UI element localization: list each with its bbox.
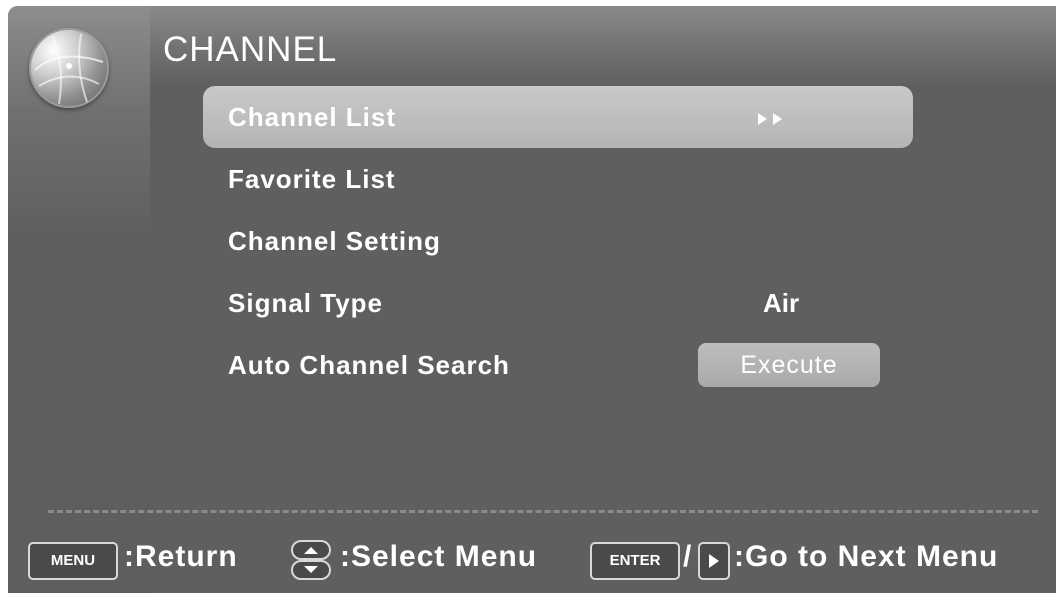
select-menu-hint: :Select Menu (340, 540, 538, 573)
divider (48, 510, 1038, 513)
up-down-arrow-icon (291, 540, 331, 580)
menu-item-channel-setting[interactable]: Channel Setting (203, 210, 913, 272)
page-title: CHANNEL (163, 30, 338, 69)
enter-key[interactable]: ENTER (590, 542, 680, 580)
menu-item-signal-type[interactable]: Signal Type Air (203, 272, 913, 334)
tv-menu-screen: CHANNEL Channel List Favorite List Chann… (8, 6, 1056, 593)
menu-item-label: Favorite List (228, 164, 396, 194)
menu-item-auto-channel-search[interactable]: Auto Channel Search Execute (203, 334, 913, 396)
footer-hints: MENU :Return :Select Menu ENTER / :Go to… (8, 536, 1056, 586)
right-arrow-key-icon[interactable] (698, 542, 730, 580)
execute-button[interactable]: Execute (698, 343, 880, 387)
menu-item-label: Channel List (228, 102, 397, 132)
menu-item-channel-list[interactable]: Channel List (203, 86, 913, 148)
double-right-arrow-icon (758, 112, 798, 126)
menu-item-label: Channel Setting (228, 226, 441, 256)
signal-type-value: Air (763, 288, 800, 318)
menu-key[interactable]: MENU (28, 542, 118, 580)
menu-item-favorite-list[interactable]: Favorite List (203, 148, 913, 210)
next-menu-hint: :Go to Next Menu (734, 540, 999, 573)
globe-icon (29, 28, 109, 108)
menu-item-label: Signal Type (228, 288, 383, 318)
return-hint: :Return (124, 540, 238, 573)
slash-separator: / (683, 540, 692, 573)
menu-item-label: Auto Channel Search (228, 350, 510, 380)
